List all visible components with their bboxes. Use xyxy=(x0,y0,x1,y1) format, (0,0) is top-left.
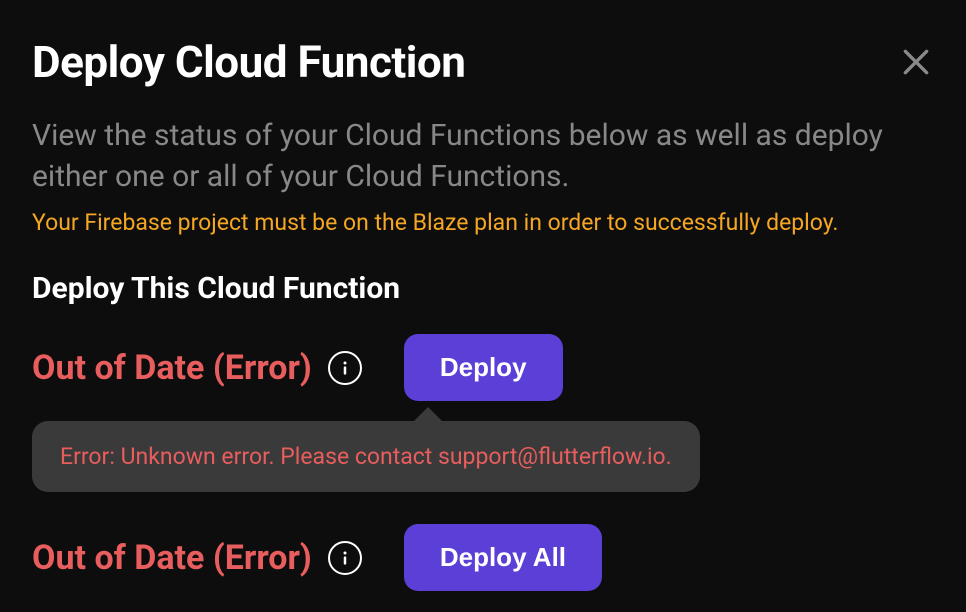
deploy-button[interactable]: Deploy xyxy=(404,334,563,401)
tooltip-container: Error: Unknown error. Please contact sup… xyxy=(32,421,934,492)
all-functions-status-row: Out of Date (Error) Deploy All xyxy=(32,524,934,591)
status-label-group: Out of Date (Error) xyxy=(32,348,362,388)
error-tooltip: Error: Unknown error. Please contact sup… xyxy=(32,421,700,492)
info-icon[interactable] xyxy=(328,351,362,385)
section-title: Deploy This Cloud Function xyxy=(32,271,934,306)
status-text: Out of Date (Error) xyxy=(32,348,312,388)
status-text: Out of Date (Error) xyxy=(32,538,312,578)
function-status-row: Out of Date (Error) Deploy xyxy=(32,334,934,401)
info-icon[interactable] xyxy=(328,541,362,575)
status-label-group: Out of Date (Error) xyxy=(32,538,362,578)
close-icon[interactable] xyxy=(898,44,934,80)
dialog-header: Deploy Cloud Function xyxy=(32,36,934,88)
plan-warning: Your Firebase project must be on the Bla… xyxy=(32,207,934,239)
deploy-all-button[interactable]: Deploy All xyxy=(404,524,602,591)
dialog-description: View the status of your Cloud Functions … xyxy=(32,116,934,197)
dialog-title: Deploy Cloud Function xyxy=(32,36,465,88)
